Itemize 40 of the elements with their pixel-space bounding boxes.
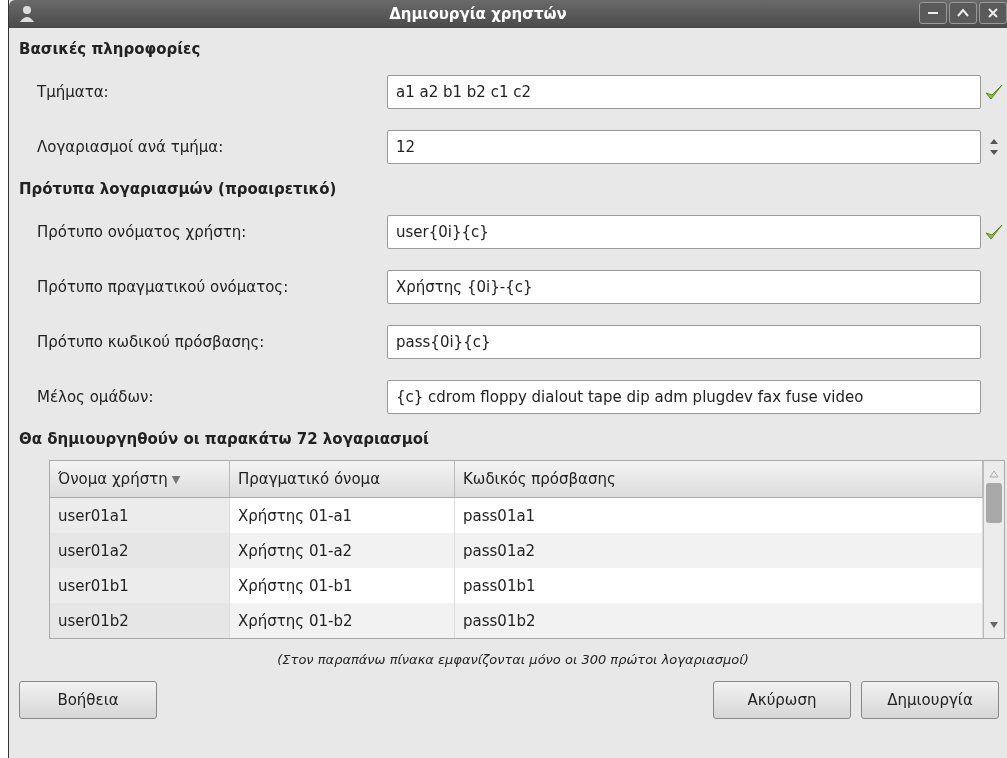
user-icon bbox=[19, 5, 37, 23]
close-button[interactable] bbox=[979, 2, 1007, 24]
field-label: Πρότυπο ονόματος χρήστη: bbox=[37, 222, 248, 241]
field-label: Πρότυπο πραγματικού ονόματος: bbox=[37, 277, 290, 296]
input-field[interactable]: Χρήστης {0i}-{c} bbox=[387, 269, 981, 304]
table-cell: user01b2 bbox=[50, 603, 230, 638]
table-cell: user01a1 bbox=[50, 498, 230, 533]
table-cell: user01b1 bbox=[50, 568, 230, 603]
column-header[interactable]: Όνομα χρήστη ▼ bbox=[50, 461, 230, 498]
cancel-button[interactable]: Ακύρωση bbox=[713, 681, 851, 719]
table-cell: pass01b2 bbox=[455, 603, 983, 638]
create-button[interactable]: Δημιουργία bbox=[861, 681, 999, 719]
section-heading: Βασικές πληροφορίες bbox=[19, 39, 202, 60]
column-header[interactable]: Κωδικός πρόσβασης bbox=[455, 461, 983, 498]
column-header[interactable]: Πραγματικό όνομα bbox=[230, 461, 455, 498]
scrollbar-thumb[interactable] bbox=[986, 483, 1002, 523]
window-title: Δημιουργία χρηστών bbox=[389, 5, 567, 23]
field-label: Λογαριασμοί ανά τμήμα: bbox=[37, 137, 225, 156]
table-cell: user01a2 bbox=[50, 533, 230, 568]
maximize-button[interactable] bbox=[949, 2, 977, 24]
section-heading: Πρότυπα λογαριασμών (προαιρετικό) bbox=[19, 179, 338, 200]
table-cell: pass01a2 bbox=[455, 533, 983, 568]
table-cell: Χρήστης 01-b2 bbox=[230, 603, 455, 638]
section-heading: Θα δημιουργηθούν οι παρακάτω 72 λογαριασμοί bbox=[19, 429, 430, 450]
help-button[interactable]: Βοήθεια bbox=[19, 681, 157, 719]
table-note: (Στον παραπάνω πίνακα εμφανίζονται μόνο οι 300 πρώτοι λογαριασμοί) bbox=[276, 651, 750, 669]
field-label: Τμήματα: bbox=[37, 82, 110, 101]
input-field[interactable]: pass{0i}{c} bbox=[387, 324, 981, 359]
table-cell: Χρήστης 01-a2 bbox=[230, 533, 455, 568]
field-label: Μέλος ομάδων: bbox=[37, 387, 155, 406]
input-field[interactable]: user{0i}{c} bbox=[387, 214, 981, 249]
field-label: Πρότυπο κωδικού πρόσβασης: bbox=[37, 332, 266, 351]
input-field[interactable]: {c} cdrom floppy dialout tape dip adm plugdev fax fuse video bbox=[387, 379, 981, 414]
minimize-button[interactable] bbox=[919, 2, 947, 24]
maximize-icon bbox=[957, 7, 969, 19]
input-field[interactable]: a1 a2 b1 b2 c1 c2 bbox=[387, 74, 981, 109]
scrollbar[interactable] bbox=[983, 461, 1004, 638]
scroll-down-icon[interactable] bbox=[989, 620, 999, 630]
close-icon bbox=[987, 7, 999, 19]
spin-field[interactable]: 12 bbox=[387, 129, 981, 164]
